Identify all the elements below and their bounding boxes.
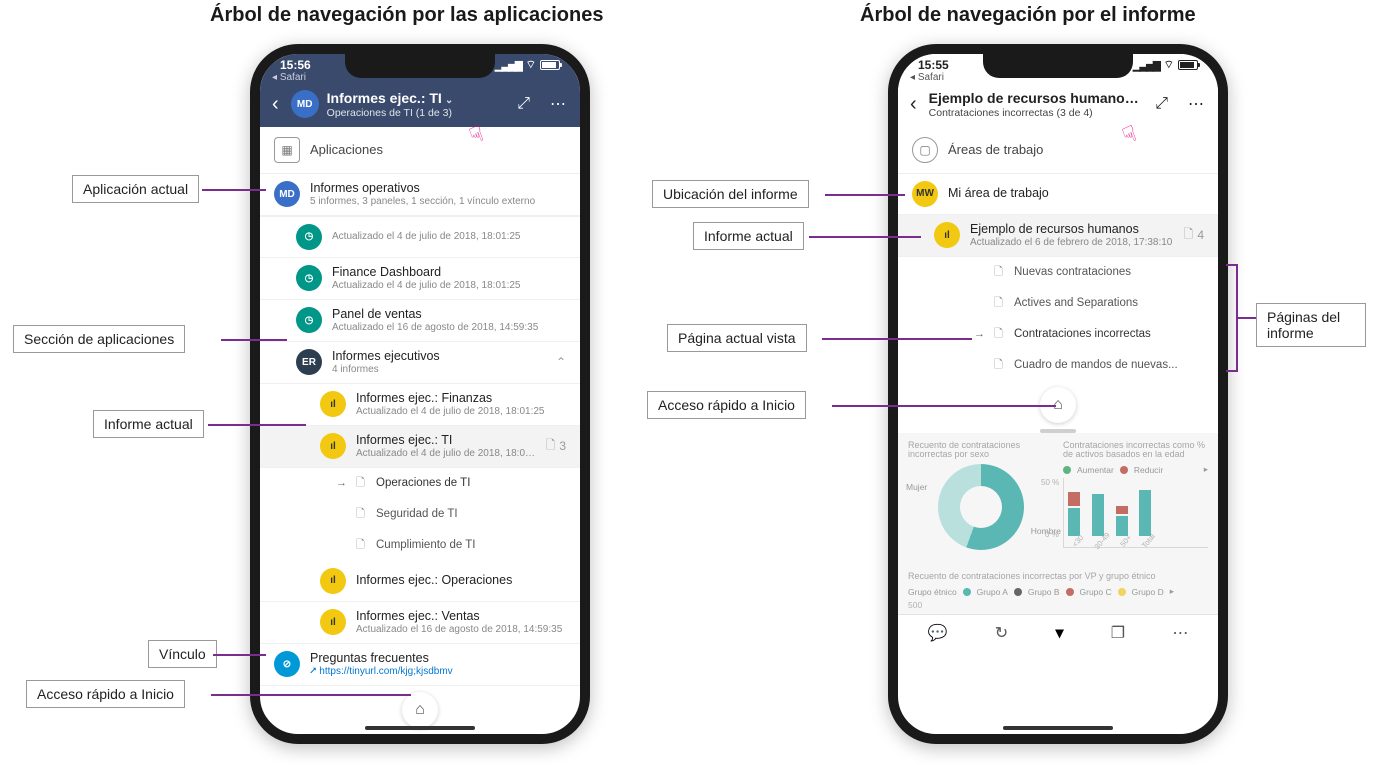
dashboard-icon: ◷ xyxy=(296,224,322,250)
section-workspaces[interactable]: ▢ Áreas de trabajo xyxy=(898,127,1218,174)
home-icon: ⌂ xyxy=(415,701,425,719)
battery-icon xyxy=(540,60,560,70)
current-report-item[interactable]: ıl Ejemplo de recursos humanosActualizad… xyxy=(898,215,1218,257)
dashboard-icon: ◷ xyxy=(296,307,322,333)
list-item[interactable]: ◷ Finance DashboardActualizado el 4 de j… xyxy=(260,258,580,300)
report-page-current[interactable]: 🗋Operaciones de TI xyxy=(260,468,580,499)
current-report-item[interactable]: ıl Informes ejec.: TIActualizado el 4 de… xyxy=(260,426,580,468)
status-time: 15:55 xyxy=(918,58,949,72)
dashboard-icon: ◷ xyxy=(296,265,322,291)
report-page[interactable]: 🗋Actives and Separations xyxy=(898,288,1218,319)
title-dropdown[interactable]: Ejemplo de recursos humanos⌄ Contratacio… xyxy=(929,90,1142,119)
phone-apps-tree: 15:56 ⌔ ◂ Safari ‹ MD Informes ejec.: TI… xyxy=(250,44,590,744)
more-icon[interactable]: ⋯ xyxy=(544,94,572,114)
callout-home2: Acceso rápido a Inicio xyxy=(647,391,806,419)
report-item[interactable]: ıl Informes ejec.: VentasActualizado el … xyxy=(260,602,580,644)
filter-icon[interactable]: ▾ xyxy=(1055,623,1063,643)
callout-link: Vínculo xyxy=(148,640,217,668)
app-bar: ‹ MD Informes ejec.: TI⌄ Operaciones de … xyxy=(260,86,580,127)
avatar-er: ER xyxy=(296,349,322,375)
page-icon: 🗋 xyxy=(994,263,1006,282)
page-icon: 🗋 xyxy=(994,356,1006,375)
report-icon: ıl xyxy=(934,222,960,248)
report-page[interactable]: 🗋Nuevas contrataciones xyxy=(898,257,1218,288)
current-app-item[interactable]: MD Informes operativos 5 informes, 3 pan… xyxy=(260,174,580,216)
app-section-item[interactable]: ER Informes ejecutivos4 informes ⌃ xyxy=(260,342,580,384)
expand-icon[interactable]: ⤢ xyxy=(1149,95,1174,113)
callout-report-actual: Informe actual xyxy=(93,410,204,438)
expand-icon[interactable]: ⤢ xyxy=(511,95,536,113)
bar-chart: <30 30-49 50+ Total xyxy=(1063,478,1208,548)
callout-report-loc: Ubicación del informe xyxy=(652,180,809,208)
report-icon: ıl xyxy=(320,391,346,417)
nav-list: MD Informes operativos 5 informes, 3 pan… xyxy=(260,174,580,686)
link-item[interactable]: ⊘ Preguntas frecuentes⭧ https://tinyurl.… xyxy=(260,644,580,686)
report-page[interactable]: 🗋Seguridad de TI xyxy=(260,499,580,530)
home-indicator[interactable] xyxy=(1003,726,1113,730)
page-icon: 🗋 xyxy=(546,436,556,457)
signal-icon xyxy=(1133,58,1160,72)
report-icon: ıl xyxy=(320,568,346,594)
callout-app-section: Sección de aplicaciones xyxy=(13,325,185,353)
avatar-md: MD xyxy=(274,181,300,207)
truncated-item[interactable]: ◷ Actualizado el 4 de julio de 2018, 18:… xyxy=(260,216,580,258)
link-icon: ⊘ xyxy=(274,651,300,677)
comment-icon[interactable]: 💬 xyxy=(928,623,948,643)
status-time: 15:56 xyxy=(280,58,311,72)
report-page[interactable]: 🗋Cumplimiento de TI xyxy=(260,530,580,561)
more-icon[interactable]: ⋯ xyxy=(1182,94,1210,114)
report-icon: ıl xyxy=(320,609,346,635)
app-bar: ‹ Ejemplo de recursos humanos⌄ Contratac… xyxy=(898,86,1218,127)
app-avatar: MD xyxy=(291,90,319,118)
report-item[interactable]: ıl Informes ejec.: Operaciones xyxy=(260,561,580,602)
report-icon: ıl xyxy=(320,433,346,459)
report-page[interactable]: 🗋Cuadro de mandos de nuevas... xyxy=(898,350,1218,381)
callout-page-current: Página actual vista xyxy=(667,324,807,352)
background-report-preview: Recuento de contrataciones incorrectas p… xyxy=(898,433,1218,615)
report-page-current[interactable]: 🗋Contrataciones incorrectas xyxy=(898,319,1218,350)
page-icon: 🗋 xyxy=(356,536,368,555)
wifi-icon: ⌔ xyxy=(1164,58,1174,72)
callout-home: Acceso rápido a Inicio xyxy=(26,680,185,708)
workspaces-icon: ▢ xyxy=(912,137,938,163)
pages-icon[interactable]: ❐ xyxy=(1111,623,1125,643)
chevron-down-icon: ⌄ xyxy=(1136,95,1142,106)
external-link-icon: ⭧ xyxy=(310,666,317,677)
page-icon: 🗋 xyxy=(994,294,1006,313)
callout-report-pages: Páginas del informe xyxy=(1256,303,1366,347)
page-icon: 🗋 xyxy=(356,505,368,524)
page-icon: 🗋 xyxy=(356,474,368,493)
more-icon[interactable]: ⋯ xyxy=(1172,623,1188,643)
page-icon: 🗋 xyxy=(994,325,1006,344)
home-indicator[interactable] xyxy=(365,726,475,730)
wifi-icon: ⌔ xyxy=(526,58,536,72)
phone-report-tree: 15:55 ➤ ⌔ ◂ Safari ‹ Ejemplo de recursos… xyxy=(888,44,1228,744)
heading-right: Árbol de navegación por el informe xyxy=(860,4,1196,27)
callout-report-actual2: Informe actual xyxy=(693,222,804,250)
signal-icon xyxy=(495,58,522,72)
workspace-item[interactable]: MW Mi área de trabajo xyxy=(898,174,1218,215)
sheet-grabber[interactable] xyxy=(402,734,438,738)
bottom-toolbar: 💬 ↻ ▾ ❐ ⋯ xyxy=(898,614,1218,659)
title-dropdown[interactable]: Informes ejec.: TI⌄ Operaciones de TI (1… xyxy=(327,90,504,119)
back-button[interactable]: ‹ xyxy=(906,93,921,116)
chevron-up-icon: ⌃ xyxy=(556,355,566,369)
heading-left: Árbol de navegación por las aplicaciones xyxy=(210,4,603,27)
home-shortcut[interactable]: ⌂ xyxy=(402,692,438,728)
list-item[interactable]: ◷ Panel de ventasActualizado el 16 de ag… xyxy=(260,300,580,342)
nav-list: MW Mi área de trabajo ıl Ejemplo de recu… xyxy=(898,174,1218,381)
report-item[interactable]: ıl Informes ejec.: FinanzasActualizado e… xyxy=(260,384,580,426)
page-icon: 🗋 xyxy=(1184,225,1194,246)
section-aplicaciones[interactable]: ▦ Aplicaciones xyxy=(260,127,580,174)
back-button[interactable]: ‹ xyxy=(268,93,283,116)
bracket-pages xyxy=(1228,264,1238,372)
callout-app-actual: Aplicación actual xyxy=(72,175,199,203)
avatar-mw: MW xyxy=(912,181,938,207)
apps-icon: ▦ xyxy=(274,137,300,163)
chevron-down-icon: ⌄ xyxy=(445,95,453,106)
donut-chart xyxy=(938,464,1024,550)
refresh-icon[interactable]: ↻ xyxy=(995,623,1008,643)
battery-icon xyxy=(1178,60,1198,70)
